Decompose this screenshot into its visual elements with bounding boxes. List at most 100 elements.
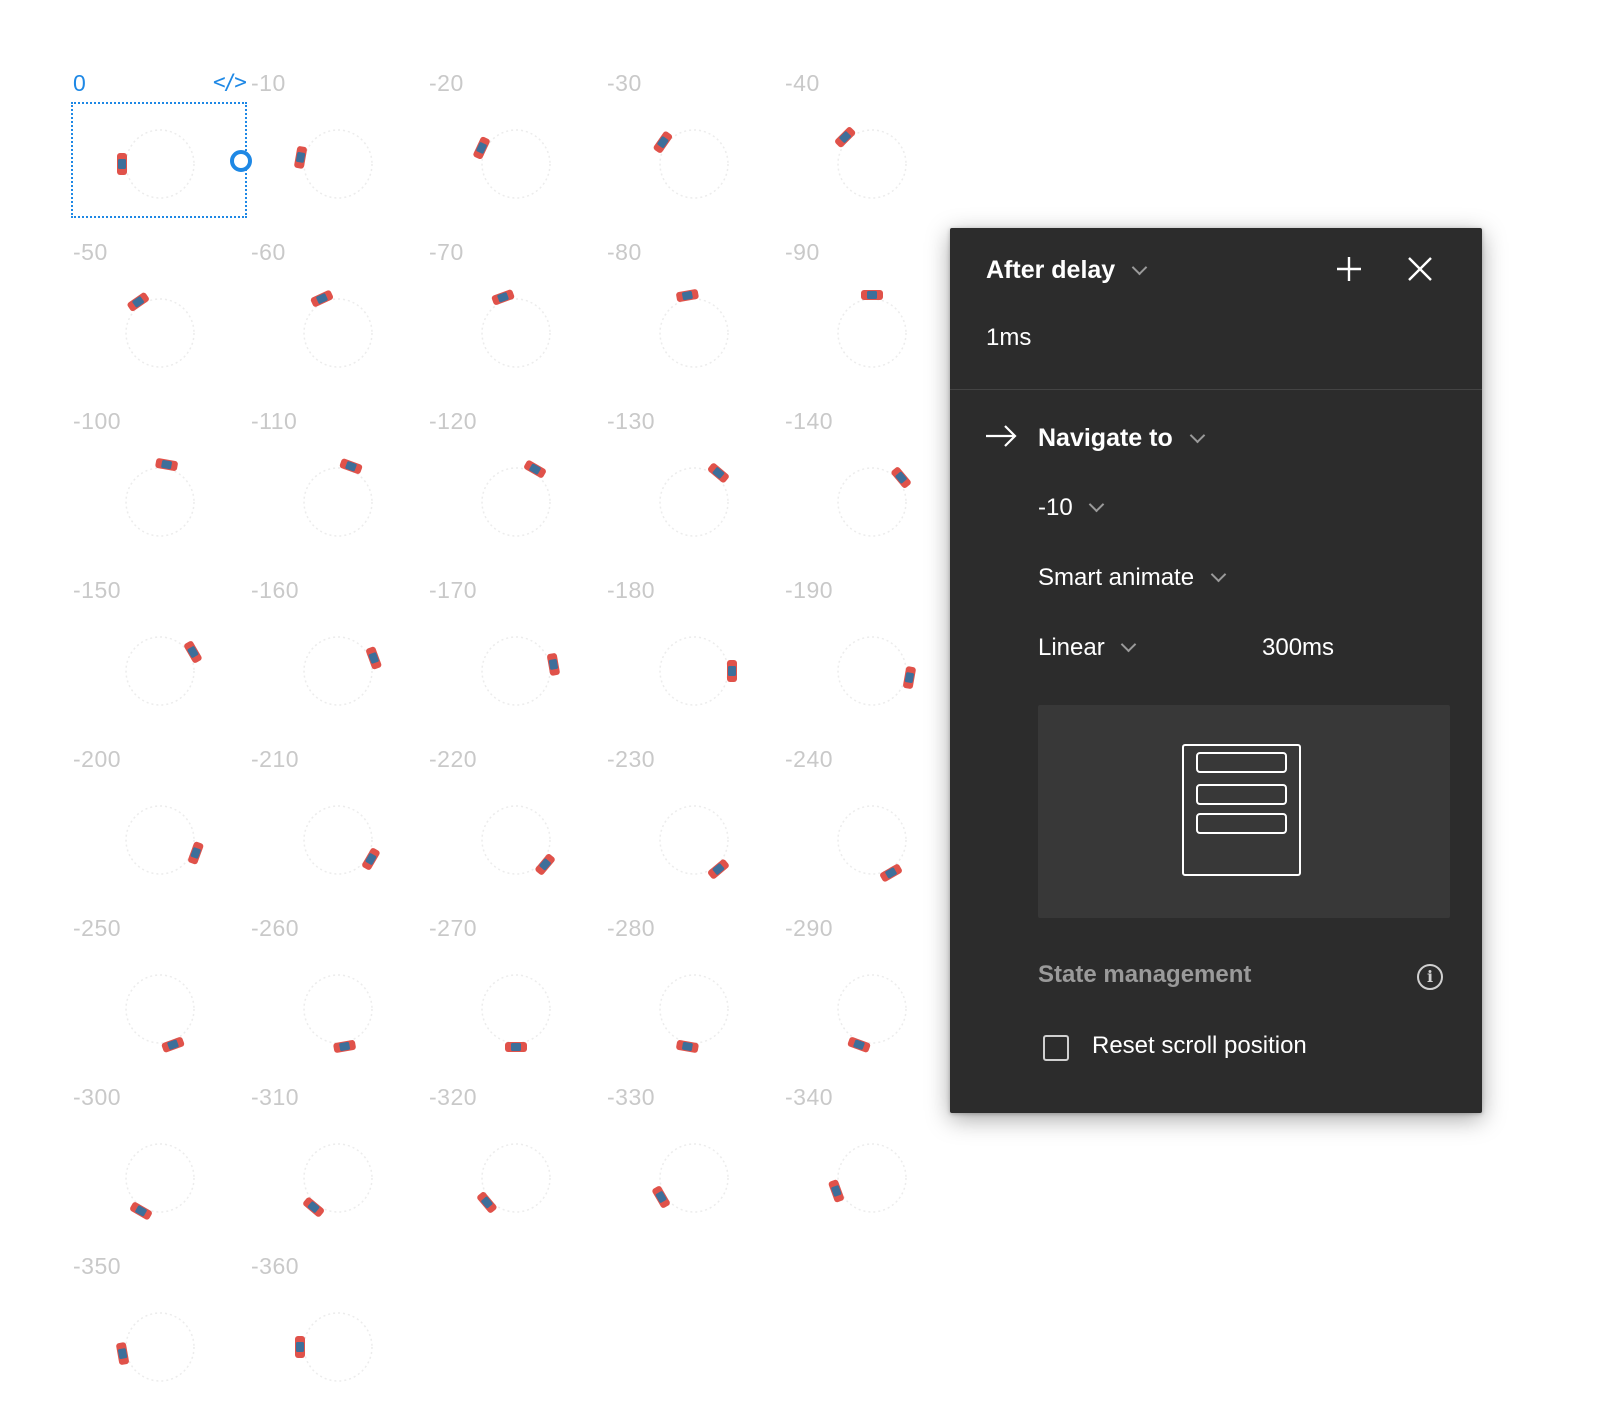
reset-scroll-checkbox[interactable] (1043, 1035, 1069, 1061)
frame-artwork (125, 458, 195, 537)
delay-input[interactable]: 1ms (986, 324, 1031, 352)
action-label: Navigate to (1038, 424, 1173, 452)
frame[interactable]: -260 (251, 915, 431, 1085)
frame[interactable]: -250 (73, 915, 253, 1085)
frame[interactable]: -320 (429, 1084, 609, 1254)
selection-outline (71, 102, 247, 218)
frame[interactable]: -180 (607, 577, 787, 747)
trigger-dropdown[interactable]: After delay (986, 256, 1148, 285)
frame-artwork (481, 460, 551, 537)
frame[interactable]: -130 (607, 408, 787, 578)
frame-artwork (481, 636, 560, 706)
frame[interactable]: -160 (251, 577, 431, 747)
orbit-path (481, 636, 551, 706)
frame-artwork (659, 974, 729, 1053)
destination-label: -10 (1038, 494, 1073, 521)
car-icon (333, 1040, 356, 1053)
frame[interactable]: -90 (785, 239, 965, 409)
frame[interactable]: 0 </> (71, 70, 253, 240)
code-icon[interactable]: </> (213, 70, 247, 94)
animation-label: Smart animate (1038, 564, 1195, 591)
frame[interactable]: -190 (785, 577, 965, 747)
frame[interactable]: -200 (73, 746, 253, 916)
orbit-path (303, 467, 373, 537)
car-icon (366, 646, 382, 670)
frame[interactable]: -240 (785, 746, 965, 916)
frame[interactable]: -150 (73, 577, 253, 747)
frame[interactable]: -360 (251, 1253, 431, 1423)
frame[interactable]: -280 (607, 915, 787, 1085)
orbit-path (837, 298, 907, 368)
prototype-canvas: 0 </> -10 -20 -30 -40 -50 -60 -70 -80 -90 -100 -110-… (0, 0, 930, 1414)
car-icon (184, 641, 202, 663)
orbit-path (303, 805, 373, 875)
info-icon[interactable]: i (1417, 964, 1443, 990)
frame[interactable]: -40 (785, 70, 965, 240)
car-icon (653, 131, 673, 153)
arrow-right-icon (984, 423, 1018, 454)
orbit-path (659, 1143, 729, 1213)
orbit-path (837, 805, 907, 875)
orbit-path (481, 298, 551, 368)
frame[interactable]: -120 (429, 408, 609, 578)
frame-artwork (473, 129, 551, 199)
car-icon (535, 854, 555, 875)
plus-icon[interactable] (1332, 252, 1366, 286)
orbit-path (481, 974, 551, 1044)
frame[interactable]: -210 (251, 746, 431, 916)
frame[interactable]: -230 (607, 746, 787, 916)
car-icon (310, 290, 334, 307)
car-icon (880, 864, 902, 882)
car-icon (676, 1040, 699, 1053)
car-icon (727, 660, 737, 682)
reset-scroll-label[interactable]: Reset scroll position (1092, 1032, 1307, 1060)
frame[interactable]: -170 (429, 577, 609, 747)
frame-artwork (303, 974, 373, 1053)
chevron-down-icon (1089, 496, 1105, 513)
divider (950, 389, 1482, 390)
frame[interactable]: -80 (607, 239, 787, 409)
orbit-path (125, 974, 195, 1044)
interaction-panel: After delay 1ms Navigate to -10 Smart an… (950, 228, 1482, 1113)
frame[interactable]: -10 (251, 70, 431, 240)
frame[interactable]: -70 (429, 239, 609, 409)
orbit-path (837, 1143, 907, 1213)
frame-artwork (837, 467, 911, 537)
frame[interactable]: -30 (607, 70, 787, 240)
easing-dropdown[interactable]: Linear (1038, 634, 1137, 662)
orbit-path (303, 298, 373, 368)
frame-artwork (125, 292, 195, 368)
destination-dropdown[interactable]: -10 (1038, 494, 1105, 522)
frame[interactable]: -270 (429, 915, 609, 1085)
frame[interactable]: -340 (785, 1084, 965, 1254)
orbit-path (837, 974, 907, 1044)
frame-artwork (116, 1312, 195, 1382)
orbit-path (125, 636, 195, 706)
duration-input[interactable]: 300ms (1262, 634, 1334, 662)
device-preview-icon (1182, 744, 1301, 876)
car-icon (294, 146, 307, 169)
frame[interactable]: -110 (251, 408, 431, 578)
frame[interactable]: -50 (73, 239, 253, 409)
frame[interactable]: -140 (785, 408, 965, 578)
frame-artwork (659, 463, 729, 537)
car-icon (547, 653, 560, 676)
frame[interactable]: -310 (251, 1084, 431, 1254)
close-icon[interactable] (1403, 252, 1437, 286)
frame[interactable]: -20 (429, 70, 609, 240)
frame[interactable]: -60 (251, 239, 431, 409)
frame[interactable]: -350 (73, 1253, 253, 1423)
frame-artwork (125, 1143, 195, 1220)
frame[interactable]: -290 (785, 915, 965, 1085)
frame-artwork (303, 1143, 373, 1217)
action-dropdown[interactable]: Navigate to (1038, 424, 1205, 453)
frame[interactable]: -220 (429, 746, 609, 916)
chevron-down-icon (1189, 427, 1205, 444)
frame[interactable]: -100 (73, 408, 253, 578)
frame[interactable]: -300 (73, 1084, 253, 1254)
animation-dropdown[interactable]: Smart animate (1038, 564, 1227, 592)
car-icon (295, 1336, 305, 1358)
frame[interactable]: -330 (607, 1084, 787, 1254)
prototype-connection-handle[interactable] (230, 150, 252, 172)
car-icon (835, 127, 856, 148)
